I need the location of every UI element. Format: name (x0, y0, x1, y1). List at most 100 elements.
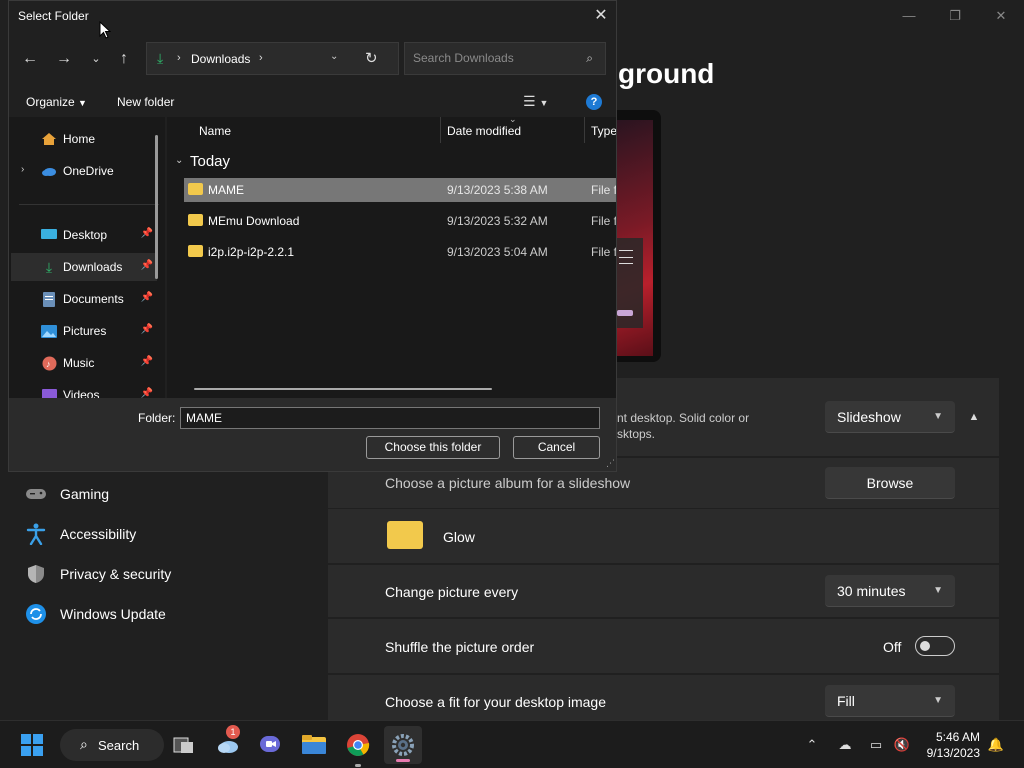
chrome-icon[interactable] (342, 729, 374, 767)
search-input[interactable]: Search Downloads ⌕ (404, 42, 606, 75)
start-icon[interactable] (16, 729, 48, 761)
nav-item-music[interactable]: ♪ Music 📌 (41, 349, 157, 377)
help-icon[interactable]: ? (586, 94, 602, 110)
navigation-pane: Home › OneDrive Desktop 📌 ⤓ Downloads 📌 … (9, 117, 165, 398)
nav-scrollbar[interactable] (155, 135, 158, 279)
resize-grip-icon[interactable]: ⋰ (606, 458, 615, 469)
group-header: Today (190, 153, 231, 170)
dropdown-value: 30 minutes (837, 583, 906, 599)
notifications-bell-icon[interactable]: 🔔 (986, 735, 1006, 755)
background-desc-2: sktops. (617, 427, 656, 441)
expand-chevron-icon[interactable]: › (21, 164, 24, 175)
documents-icon (41, 291, 57, 307)
shield-icon (24, 562, 48, 586)
new-folder-button[interactable]: New folder (117, 95, 174, 109)
column-header-type[interactable]: Type (591, 124, 616, 138)
file-row[interactable]: MAME 9/13/2023 5:38 AM File fo (184, 178, 616, 202)
taskbar-search-button[interactable]: ⌕ Search (60, 729, 164, 761)
interval-dropdown[interactable]: 30 minutes ▼ (825, 575, 955, 607)
widgets-icon[interactable]: 1 (212, 725, 244, 761)
toggle-knob (920, 641, 930, 651)
background-desc-1: nt desktop. Solid color or (617, 411, 750, 425)
organize-button[interactable]: Organize ▼ (26, 95, 87, 109)
nav-item-accessibility[interactable]: Accessibility (24, 516, 136, 552)
interval-label: Change picture every (385, 584, 519, 600)
minimize-button[interactable]: — (886, 6, 932, 26)
download-icon: ⤓ (45, 258, 53, 275)
task-view-icon[interactable] (168, 729, 200, 761)
onedrive-tray-icon[interactable]: ☁ (835, 735, 855, 755)
file-name: i2p.i2p-i2p-2.2.1 (208, 245, 295, 259)
pin-icon[interactable]: 📌 (141, 292, 153, 303)
up-arrow-icon[interactable]: ↑ (111, 47, 137, 71)
file-explorer-icon[interactable] (298, 729, 330, 761)
network-icon[interactable]: ▭ (866, 735, 886, 755)
interval-row: Change picture every 30 minutes ▼ (328, 565, 999, 617)
nav-label: Downloads (63, 260, 123, 274)
choose-folder-button[interactable]: Choose this folder (366, 436, 500, 459)
browse-button[interactable]: Browse (825, 467, 955, 499)
file-row[interactable]: i2p.i2p-i2p-2.2.1 9/13/2023 5:04 AM File… (184, 240, 616, 264)
breadcrumb-downloads[interactable]: Downloads (191, 52, 250, 66)
chevron-up-icon[interactable]: ▲ (964, 401, 984, 433)
nav-item-pictures[interactable]: Pictures 📌 (41, 317, 157, 345)
search-icon: ⌕ (80, 736, 88, 752)
group-collapse-chevron-icon[interactable]: ⌄ (175, 155, 183, 166)
address-bar[interactable]: ⤓ › Downloads › ⌄ ↻ (146, 42, 399, 75)
file-row[interactable]: MEmu Download 9/13/2023 5:32 AM File fo (184, 209, 616, 233)
nav-label: Videos (63, 388, 100, 398)
nav-item-documents[interactable]: Documents 📌 (41, 285, 157, 313)
search-icon: ⌕ (586, 51, 593, 65)
shuffle-toggle[interactable] (915, 636, 955, 656)
settings-app-icon[interactable] (384, 726, 422, 764)
fit-dropdown[interactable]: Fill ▼ (825, 685, 955, 717)
folder-icon (188, 214, 203, 226)
chat-icon[interactable] (254, 729, 286, 761)
nav-item-home[interactable]: Home (41, 125, 165, 153)
pin-icon[interactable]: 📌 (141, 228, 153, 239)
nav-item-downloads[interactable]: ⤓ Downloads 📌 (11, 253, 157, 281)
file-date: 9/13/2023 5:32 AM (447, 214, 548, 228)
pin-icon[interactable]: 📌 (141, 388, 153, 398)
dialog-title: Select Folder (18, 9, 89, 23)
refresh-icon[interactable]: ↻ (365, 49, 378, 67)
volume-muted-icon[interactable]: 🔇 (892, 735, 912, 755)
show-hidden-icons-chevron-icon[interactable]: ⌃ (802, 735, 822, 755)
pin-icon[interactable]: 📌 (141, 324, 153, 335)
view-options-icon[interactable]: ☰ ▼ (523, 93, 548, 110)
horizontal-scrollbar[interactable] (194, 388, 492, 390)
close-button[interactable]: ✕ (978, 6, 1024, 26)
file-name: MAME (208, 183, 244, 197)
search-label: Search (98, 737, 140, 753)
pin-icon[interactable]: 📌 (141, 356, 153, 367)
nav-label: OneDrive (63, 164, 114, 178)
nav-item-privacy[interactable]: Privacy & security (24, 556, 171, 592)
system-clock[interactable]: 5:46 AM 9/13/2023 (927, 729, 980, 761)
back-arrow-icon[interactable]: ← (17, 47, 43, 71)
chevron-down-icon: ▼ (933, 411, 943, 422)
chevron-down-icon[interactable]: ⌄ (330, 51, 338, 62)
pictures-icon (41, 323, 57, 339)
videos-icon (41, 387, 57, 398)
maximize-button[interactable]: ❐ (932, 6, 978, 26)
nav-item-gaming[interactable]: Gaming (24, 476, 109, 512)
nav-item-desktop[interactable]: Desktop 📌 (41, 221, 157, 249)
cancel-button[interactable]: Cancel (513, 436, 600, 459)
background-type-dropdown[interactable]: Slideshow ▼ (825, 401, 955, 433)
breadcrumb-separator-icon: › (177, 52, 181, 64)
nav-item-onedrive[interactable]: OneDrive (41, 157, 165, 185)
nav-item-windows-update[interactable]: Windows Update (24, 596, 166, 632)
notification-badge: 1 (226, 725, 240, 739)
recent-locations-chevron-icon[interactable]: ⌄ (83, 47, 109, 71)
column-header-date[interactable]: Date modified (447, 124, 521, 138)
column-divider (584, 117, 585, 143)
download-icon: ⤓ (157, 50, 164, 66)
nav-item-videos[interactable]: Videos 📌 (41, 381, 157, 398)
forward-arrow-icon[interactable]: → (51, 47, 77, 71)
folder-name-input[interactable]: MAME (180, 407, 600, 429)
dialog-close-button[interactable]: ✕ (586, 1, 616, 31)
fit-label: Choose a fit for your desktop image (385, 694, 607, 710)
folder-label: Folder: (138, 411, 176, 425)
pin-icon[interactable]: 📌 (141, 260, 153, 271)
column-header-name[interactable]: Name (199, 124, 231, 138)
